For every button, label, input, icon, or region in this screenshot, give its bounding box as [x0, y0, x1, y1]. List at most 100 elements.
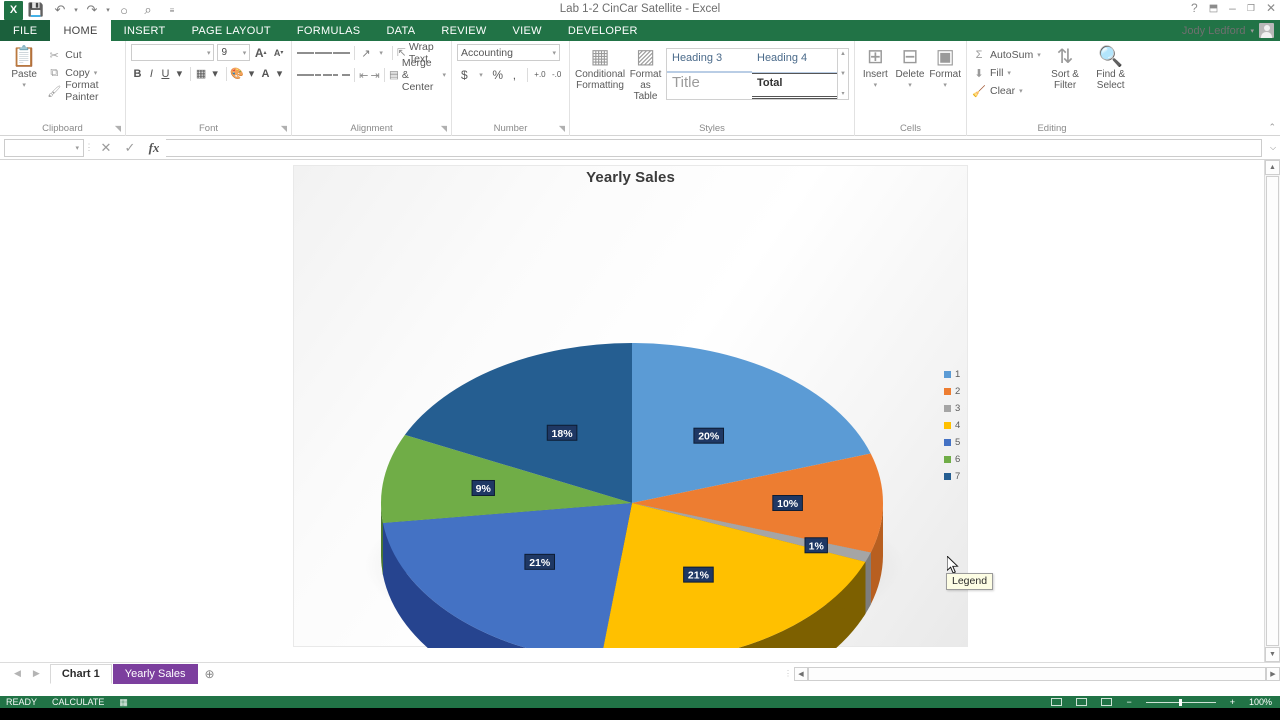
cell-styles-gallery[interactable]: Heading 3 Heading 4 Title Total: [666, 48, 838, 100]
vertical-scrollbar[interactable]: ▲ ▼: [1264, 160, 1280, 662]
tab-data[interactable]: DATA: [373, 20, 428, 41]
tab-developer[interactable]: DEVELOPER: [555, 20, 651, 41]
data-label-3[interactable]: 1%: [804, 537, 828, 554]
decrease-indent-button[interactable]: ⇤: [359, 67, 369, 84]
insert-dropdown-icon[interactable]: ▾: [874, 80, 878, 91]
cut-button[interactable]: ✂ Cut: [47, 47, 120, 63]
clear-dropdown-icon[interactable]: ▾: [1019, 87, 1023, 95]
restore-button[interactable]: ❐: [1247, 3, 1255, 14]
cell-styles-scroll[interactable]: ▲ ▼ ▾: [838, 48, 849, 100]
fill-button[interactable]: ⬇ Fill ▾: [972, 65, 1041, 81]
data-label-1[interactable]: 20%: [693, 427, 725, 444]
accounting-dropdown-icon[interactable]: ▾: [474, 66, 489, 83]
delete-cells-button[interactable]: ⊟ Delete ▾: [895, 44, 926, 91]
legend-item-5[interactable]: 5: [944, 434, 980, 451]
font-color-button[interactable]: A: [259, 65, 272, 82]
autosum-button[interactable]: Σ AutoSum ▾: [972, 47, 1041, 63]
tab-split-handle[interactable]: ⋮: [782, 669, 794, 678]
insert-function-button[interactable]: fx: [142, 138, 166, 158]
legend-item-3[interactable]: 3: [944, 400, 980, 417]
expand-formula-bar-icon[interactable]: ⌵: [1266, 143, 1280, 153]
zoom-out-icon[interactable]: −: [1126, 697, 1131, 707]
minimize-button[interactable]: –: [1229, 1, 1236, 15]
tab-insert[interactable]: INSERT: [111, 20, 179, 41]
help-icon[interactable]: ?: [1191, 1, 1198, 15]
legend-item-4[interactable]: 4: [944, 417, 980, 434]
orientation-button[interactable]: ↗: [359, 45, 373, 62]
format-painter-button[interactable]: 🖌 Format Painter: [47, 79, 120, 103]
conditional-formatting-button[interactable]: ▦ Conditional Formatting: [575, 44, 625, 92]
align-right-button[interactable]: [333, 67, 350, 84]
scroll-up-button[interactable]: ▲: [1265, 160, 1280, 175]
decrease-decimal-button[interactable]: -.0: [549, 66, 564, 83]
fill-dropdown-icon[interactable]: ▾: [1007, 69, 1011, 77]
style-heading-4[interactable]: Heading 4: [752, 49, 837, 73]
user-dropdown-icon[interactable]: ▾: [1250, 27, 1254, 35]
name-box[interactable]: ▾: [4, 138, 84, 157]
delete-dropdown-icon[interactable]: ▾: [908, 80, 912, 91]
chart-area[interactable]: Yearly Sales 20%10%1%21%21%9%18% 1: [293, 165, 969, 648]
horizontal-scroll-thumb[interactable]: [808, 666, 1266, 681]
data-label-2[interactable]: 10%: [772, 495, 803, 511]
pie-chart-3d[interactable]: 20% 10% 1% 21% 21% 9% 18%: [294, 166, 969, 648]
font-name-input[interactable]: ▾: [131, 44, 215, 61]
tab-home[interactable]: HOME: [50, 20, 111, 41]
chart-legend[interactable]: 1 2 3 4 5 6 7: [944, 366, 980, 485]
orientation-dropdown-icon[interactable]: ▾: [374, 45, 388, 62]
increase-indent-button[interactable]: ⇥: [370, 67, 380, 84]
font-color-dropdown-icon[interactable]: ▾: [273, 65, 286, 82]
tab-formulas[interactable]: FORMULAS: [284, 20, 374, 41]
vertical-scroll-thumb[interactable]: [1266, 176, 1279, 646]
sheet-tab-yearly-sales[interactable]: Yearly Sales: [112, 663, 198, 684]
data-label-4[interactable]: 21%: [683, 566, 714, 583]
zoom-slider[interactable]: [1145, 698, 1216, 706]
sort-filter-button[interactable]: ⇅ Sort & Filter: [1045, 44, 1086, 99]
normal-view-icon[interactable]: [1051, 698, 1063, 706]
data-label-5[interactable]: 21%: [524, 553, 556, 570]
page-break-view-icon[interactable]: [1101, 698, 1113, 706]
style-total[interactable]: Total: [752, 73, 837, 99]
collapse-ribbon-icon[interactable]: ⌃: [1268, 122, 1276, 133]
alignment-dialog-launcher[interactable]: ◥: [441, 124, 447, 133]
tab-file[interactable]: FILE: [0, 20, 51, 41]
font-dialog-launcher[interactable]: ◥: [281, 124, 287, 133]
number-format-select[interactable]: Accounting ▾: [457, 44, 560, 61]
align-middle-button[interactable]: [315, 45, 333, 62]
increase-decimal-button[interactable]: +.0: [533, 66, 548, 83]
scroll-left-button[interactable]: ◀: [794, 666, 808, 681]
align-bottom-button[interactable]: [333, 45, 351, 62]
cancel-formula-button[interactable]: ✕: [94, 138, 118, 158]
scroll-down-button[interactable]: ▼: [1265, 647, 1280, 662]
accounting-format-button[interactable]: $: [457, 66, 472, 83]
styles-scroll-up-icon[interactable]: ▲: [840, 51, 846, 57]
bold-button[interactable]: B: [131, 65, 144, 82]
close-button[interactable]: ✕: [1266, 1, 1276, 15]
comma-style-button[interactable]: ,: [507, 66, 522, 83]
align-left-button[interactable]: [297, 67, 314, 84]
user-account[interactable]: Jody Ledford ▾: [1182, 20, 1274, 41]
align-top-button[interactable]: [297, 45, 315, 62]
paste-dropdown-icon[interactable]: ▾: [22, 80, 26, 91]
zoom-level[interactable]: 100%: [1249, 697, 1272, 707]
italic-button[interactable]: I: [145, 65, 158, 82]
name-box-dropdown-icon[interactable]: ▾: [75, 144, 79, 152]
number-dialog-launcher[interactable]: ◥: [559, 124, 565, 133]
tab-view[interactable]: VIEW: [500, 20, 555, 41]
font-size-dropdown-icon[interactable]: ▾: [243, 49, 247, 57]
tab-review[interactable]: REVIEW: [428, 20, 499, 41]
clear-button[interactable]: 🧹 Clear ▾: [972, 83, 1041, 99]
find-select-button[interactable]: 🔍 Find & Select: [1089, 44, 1132, 99]
legend-item-2[interactable]: 2: [944, 383, 980, 400]
style-title[interactable]: Title: [667, 73, 752, 99]
next-sheet-button[interactable]: ▶: [33, 668, 40, 679]
decrease-font-size-button[interactable]: A ▾: [271, 44, 286, 61]
format-dropdown-icon[interactable]: ▾: [943, 80, 947, 91]
font-name-dropdown-icon[interactable]: ▾: [207, 49, 211, 57]
legend-item-6[interactable]: 6: [944, 451, 980, 468]
styles-more-icon[interactable]: ▾: [841, 90, 844, 97]
merge-center-dropdown-icon[interactable]: ▾: [442, 71, 446, 79]
zoom-in-icon[interactable]: +: [1230, 697, 1235, 707]
clipboard-dialog-launcher[interactable]: ◥: [115, 124, 121, 133]
insert-cells-button[interactable]: ⊞ Insert ▾: [860, 44, 891, 91]
borders-button[interactable]: ▦: [195, 65, 208, 82]
